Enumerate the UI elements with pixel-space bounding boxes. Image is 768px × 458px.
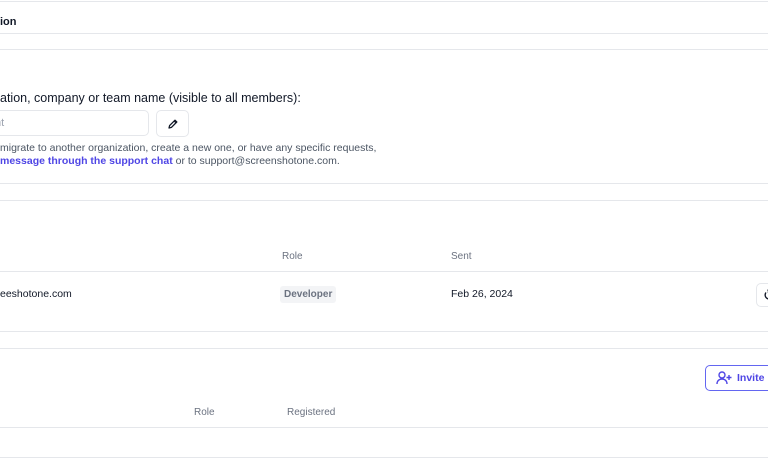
invite-button-label: Invite m — [737, 372, 768, 384]
invitation-email: eeshotone.com — [0, 288, 72, 300]
help-text-contact: message through the support chat or to s… — [0, 155, 340, 167]
section-title: ion — [0, 16, 17, 28]
support-chat-link[interactable]: message through the support chat — [0, 155, 173, 167]
resend-icon — [763, 289, 768, 301]
column-header-role: Role — [282, 251, 303, 262]
members-card — [0, 348, 768, 458]
pencil-icon — [167, 118, 179, 130]
organization-header-card — [0, 1, 768, 34]
user-plus-icon — [716, 370, 732, 386]
organization-name-input[interactable] — [0, 110, 149, 136]
help-text: migrate to another organization, create … — [0, 142, 377, 154]
edit-name-button[interactable] — [156, 110, 189, 137]
column-header-role: Role — [194, 407, 215, 418]
table-divider — [0, 427, 768, 428]
invitation-sent-date: Feb 26, 2024 — [451, 288, 513, 300]
resend-invitation-button[interactable] — [756, 283, 768, 307]
role-badge: Developer — [280, 286, 337, 303]
table-divider — [0, 271, 768, 272]
organization-name-label: ation, company or team name (visible to … — [0, 91, 301, 105]
support-email-text: or to support@screenshotone.com. — [172, 155, 340, 167]
column-header-sent: Sent — [451, 251, 472, 262]
invite-member-button[interactable]: Invite m — [705, 365, 768, 391]
column-header-registered: Registered — [287, 407, 336, 418]
invitations-card — [0, 200, 768, 332]
